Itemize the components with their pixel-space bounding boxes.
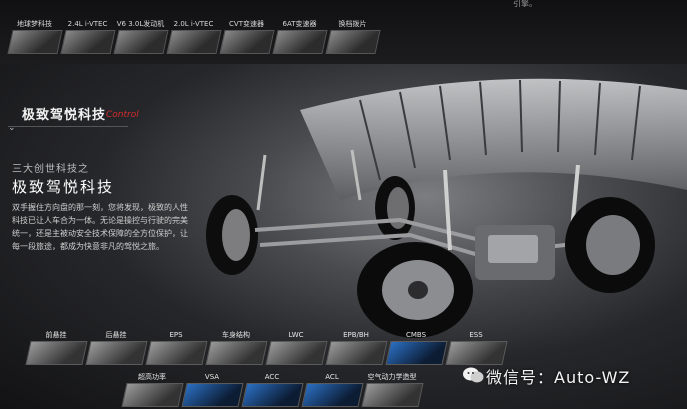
bottom-feature-tile[interactable]: 车身结构 [204,330,268,365]
top-feature-tile[interactable]: 6AT变速器 [271,18,328,54]
rear-suspension-strut [256,149,362,211]
divider [8,126,128,127]
wechat-icon [463,367,484,383]
section-title-en: Control [106,110,139,120]
bottom-feature-thumbnail [204,341,268,365]
bottom-feature-label: ACC [264,373,280,381]
rear-left-wheel [206,195,258,275]
bottom-feature-thumbnail [24,341,88,365]
bottom-feature-tile[interactable]: ACL [300,372,364,407]
top-feature-tile[interactable]: 地球梦科技 [6,18,63,54]
rear-right-wheel [375,176,415,240]
top-feature-label: 地球梦科技 [17,20,52,28]
front-left-wheel [357,242,473,338]
hero-description: 双手握住方向盘的那一刻，您将发现，极致的人性科技已让人车合为一体。无论是操控与行… [12,203,188,251]
bottom-feature-label: LWC [288,331,304,339]
bottom-feature-thumbnail [144,341,208,365]
bottom-feature-tile[interactable]: VSA [180,372,244,407]
top-feature-tile[interactable]: CVT变速器 [218,18,275,54]
bottom-feature-tile[interactable]: CMBS [384,330,448,365]
hero-kicker: 三大创世科技之 [12,164,89,175]
bottom-feature-tile[interactable]: 空气动力学造型 [360,372,424,407]
bottom-feature-label: ACL [325,373,339,381]
bottom-feature-thumbnail [384,341,448,365]
top-feature-thumbnail [218,30,275,54]
top-feature-tile[interactable]: 2.4L i-VTEC [59,18,116,54]
top-feature-label: 6AT变速器 [282,20,317,28]
bottom-feature-tile[interactable]: 后悬挂 [84,330,148,365]
top-feature-tile[interactable]: 2.0L i-VTEC [165,18,222,54]
top-feature-thumbnail [271,30,328,54]
top-feature-label: 2.4L i-VTEC [67,20,108,28]
bottom-feature-label: 空气动力学造型 [367,373,417,381]
top-feature-thumbnail [59,30,116,54]
bottom-feature-tile[interactable]: EPS [144,330,208,365]
top-feature-label: 2.0L i-VTEC [173,20,214,28]
bottom-feature-tile[interactable]: 超高功率 [120,372,184,407]
top-feature-tile[interactable]: 换档拨片 [324,18,381,54]
bottom-feature-tile[interactable]: LWC [264,330,328,365]
hero-title: 极致驾悦科技 [12,178,115,196]
chevron-down-icon[interactable]: ⌄ [8,123,16,133]
top-feature-label: 换档拨片 [338,20,367,28]
bottom-feature-label: 车身结构 [222,331,250,339]
top-feature-label: V6 3.0L发动机 [116,20,165,28]
corner-text: 引擎。 [513,0,537,8]
bottom-feature-label: ESS [469,331,483,339]
bottom-feature-thumbnail [180,383,244,407]
bottom-feature-label: CMBS [405,331,427,339]
bottom-feature-thumbnail [120,383,184,407]
bottom-feature-row-2: 超高功率 VSA ACC ACL 空气动力学造型 [120,372,424,407]
section-title: 极致驾悦科技 [22,108,107,123]
bottom-feature-label: 前悬挂 [45,331,67,339]
bottom-feature-thumbnail [240,383,304,407]
bottom-feature-thumbnail [300,383,364,407]
engine-block [475,225,555,280]
front-right-wheel [565,197,655,293]
top-feature-tile[interactable]: V6 3.0L发动机 [112,18,169,54]
brochure-page: 地球梦科技 2.4L i-VTEC V6 3.0L发动机 2.0L i-VTEC… [0,0,687,409]
top-feature-thumbnail [165,30,222,54]
top-feature-label: CVT变速器 [229,20,264,28]
bottom-feature-label: 后悬挂 [105,331,127,339]
bottom-feature-label: 超高功率 [138,373,166,381]
top-feature-thumbnail [6,30,63,54]
bottom-feature-thumbnail [444,341,508,365]
bottom-feature-tile[interactable]: EPB/BH [324,330,388,365]
bottom-feature-thumbnail [84,341,148,365]
bottom-feature-tile[interactable]: ESS [444,330,508,365]
bottom-feature-label: EPS [169,331,183,339]
top-feature-thumbnail [324,30,381,54]
bottom-feature-label: VSA [204,373,220,381]
bottom-feature-tile[interactable]: 前悬挂 [24,330,88,365]
top-feature-band: 地球梦科技 2.4L i-VTEC V6 3.0L发动机 2.0L i-VTEC… [0,0,687,64]
top-feature-thumbnail [112,30,169,54]
watermark-text: 微信号：Auto-WZ [486,368,631,387]
bottom-feature-label: EPB/BH [343,331,369,339]
bottom-feature-thumbnail [324,341,388,365]
bottom-feature-row-1: 前悬挂 后悬挂 EPS 车身结构 LWC EPB/BH CMBS ESS [24,330,508,365]
top-feature-row: 地球梦科技 2.4L i-VTEC V6 3.0L发动机 2.0L i-VTEC… [6,18,381,54]
chassis-illustration [206,149,655,338]
bottom-feature-thumbnail [360,383,424,407]
bottom-feature-tile[interactable]: ACC [240,372,304,407]
bottom-feature-thumbnail [264,341,328,365]
